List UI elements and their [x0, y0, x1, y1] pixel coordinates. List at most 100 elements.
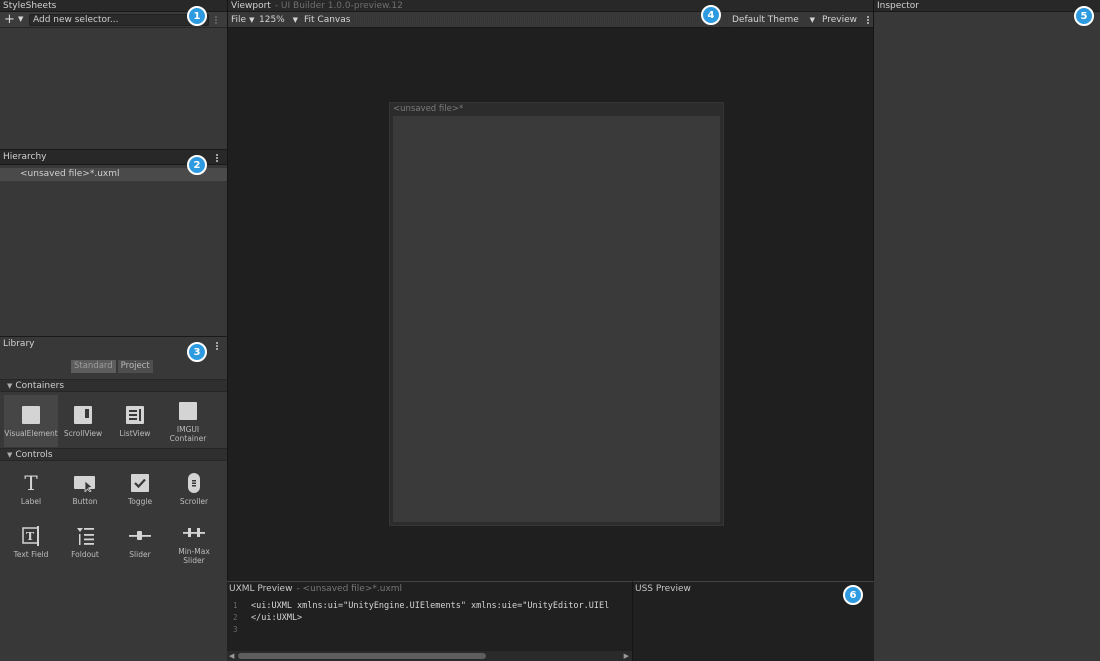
viewport-toolbar: File ▼ 125% ▼ Fit Canvas Default Theme ▼ Pr…	[228, 12, 873, 28]
listview-icon	[124, 404, 146, 426]
library-item-label-control[interactable]: T Label	[4, 472, 58, 506]
button-icon	[74, 472, 96, 494]
library-item-button[interactable]: Button	[58, 472, 112, 506]
callout-badge-4: 4	[701, 5, 721, 25]
theme-dropdown[interactable]: Default Theme ▼	[729, 13, 817, 27]
callout-badge-2: 2	[187, 155, 207, 175]
uxml-preview-panel: UXML Preview - <unsaved file>*.uxml 1 <ui:…	[227, 581, 632, 661]
library-item-slider[interactable]: Slider	[113, 525, 167, 559]
stylesheets-menu-icon[interactable]	[211, 14, 221, 26]
section-containers[interactable]: ▼ Containers	[0, 379, 227, 392]
library-tabs: Standard Project	[71, 360, 153, 373]
theme-value: Default Theme	[732, 15, 799, 25]
library-item-label: Scroller	[179, 497, 209, 506]
canvas-title: <unsaved file>*	[393, 104, 464, 114]
viewport-panel: Viewport - UI Builder 1.0.0-preview.12 Fi…	[227, 0, 874, 581]
section-containers-label: Containers	[15, 381, 65, 391]
chevron-down-icon: ▼	[809, 16, 815, 24]
uxml-preview-subtitle: - <unsaved file>*.uxml	[296, 584, 403, 594]
document-canvas[interactable]: <unsaved file>*	[389, 102, 724, 526]
min-max-slider-icon	[183, 522, 205, 544]
section-controls-label: Controls	[15, 450, 53, 460]
library-item-label: Foldout	[71, 550, 99, 559]
zoom-value: 125%	[259, 15, 285, 25]
library-item-visualelement[interactable]: VisualElement	[4, 395, 58, 447]
imgui-container-icon	[177, 400, 199, 422]
library-item-label: Button	[72, 497, 98, 506]
fit-canvas-button[interactable]: Fit Canvas	[301, 13, 354, 27]
uxml-code-view[interactable]: 1 <ui:UXML xmlns:ui="UnityEngine.UIElemen…	[233, 600, 632, 636]
toggle-icon	[129, 472, 151, 494]
tab-project[interactable]: Project	[117, 360, 153, 373]
library-item-label: ListView	[119, 429, 151, 438]
code-text: </ui:UXML>	[251, 613, 303, 623]
inspector-header: Inspector	[874, 0, 1100, 12]
library-item-label: IMGUI Container	[169, 425, 207, 443]
viewport-menu-icon[interactable]	[863, 14, 873, 26]
chevron-down-icon: ▼	[249, 16, 255, 24]
code-line: 2 </ui:UXML>	[233, 612, 632, 624]
scrollbar-thumb[interactable]	[238, 653, 486, 659]
callout-badge-3: 3	[187, 342, 207, 362]
scroll-left-icon[interactable]: ◀	[229, 652, 234, 660]
code-text: <ui:UXML xmlns:ui="UnityEngine.UIElement…	[251, 601, 610, 611]
viewport-title: Viewport	[231, 1, 271, 11]
viewport-header: Viewport - UI Builder 1.0.0-preview.12	[228, 0, 873, 12]
inspector-panel: Inspector 5	[874, 0, 1100, 661]
code-line: 3	[233, 624, 632, 636]
scroll-right-icon[interactable]: ▶	[624, 652, 629, 660]
callout-badge-5: 5	[1074, 6, 1094, 26]
library-item-label: ScrollView	[63, 429, 103, 438]
line-number: 1	[233, 601, 238, 610]
scrollview-icon	[72, 404, 94, 426]
hierarchy-item-label: <unsaved file>*.uxml	[20, 169, 120, 179]
library-item-label: Label	[20, 497, 42, 506]
library-item-toggle[interactable]: Toggle	[113, 472, 167, 506]
foldout-triangle-icon: ▼	[7, 382, 13, 390]
library-item-imgui-container[interactable]: IMGUI Container	[161, 395, 215, 447]
hierarchy-panel: Hierarchy <unsaved file>*.uxml 2	[0, 149, 227, 336]
line-number: 3	[233, 625, 238, 634]
stylesheets-title: StyleSheets	[3, 1, 57, 11]
code-line: 1 <ui:UXML xmlns:ui="UnityEngine.UIElemen…	[233, 600, 632, 612]
horizontal-scrollbar[interactable]: ◀ ▶	[227, 651, 632, 661]
section-controls[interactable]: ▼ Controls	[0, 448, 227, 461]
canvas-root-element[interactable]	[393, 116, 720, 522]
hierarchy-menu-icon[interactable]	[212, 152, 222, 164]
foldout-triangle-icon: ▼	[7, 451, 13, 459]
file-menu-button[interactable]: File ▼	[228, 13, 258, 27]
zoom-dropdown[interactable]: 125% ▼	[256, 13, 300, 27]
library-item-scroller[interactable]: Scroller	[167, 472, 221, 506]
uss-preview-title: USS Preview	[635, 584, 691, 594]
chevron-down-icon[interactable]: ▼	[18, 15, 23, 23]
library-item-min-max-slider[interactable]: Min-Max Slider	[167, 522, 221, 565]
plus-icon[interactable]: +	[4, 13, 15, 26]
preview-button[interactable]: Preview	[819, 13, 861, 27]
library-item-label: VisualElement	[4, 429, 58, 438]
library-item-label: Min-Max Slider	[178, 547, 210, 565]
library-item-foldout[interactable]: Foldout	[58, 525, 112, 559]
uxml-preview-title: UXML Preview	[229, 584, 293, 594]
add-selector-placeholder: Add new selector...	[33, 15, 119, 25]
callout-badge-1: 1	[187, 6, 207, 26]
library-item-scrollview[interactable]: ScrollView	[56, 395, 110, 447]
scroller-icon	[183, 472, 205, 494]
visual-element-icon	[20, 404, 42, 426]
slider-icon	[129, 525, 151, 547]
label-icon: T	[24, 471, 38, 495]
library-menu-icon[interactable]	[212, 340, 222, 352]
add-selector-input[interactable]: Add new selector...	[29, 14, 209, 26]
tab-standard[interactable]: Standard	[71, 360, 116, 373]
inspector-title: Inspector	[877, 1, 919, 11]
library-panel: Library 3 Standard Project ▼ Containers V…	[0, 336, 227, 661]
library-item-listview[interactable]: ListView	[108, 395, 162, 447]
text-field-icon: T	[20, 525, 42, 547]
uxml-preview-header: UXML Preview - <unsaved file>*.uxml	[229, 584, 402, 594]
foldout-icon	[74, 525, 96, 547]
library-item-label: Toggle	[127, 497, 153, 506]
file-menu-label: File	[231, 15, 247, 25]
library-item-text-field[interactable]: T Text Field	[4, 525, 58, 559]
uss-preview-panel: USS Preview 6	[632, 581, 874, 661]
svg-text:T: T	[26, 530, 35, 543]
library-item-label: Text Field	[13, 550, 49, 559]
